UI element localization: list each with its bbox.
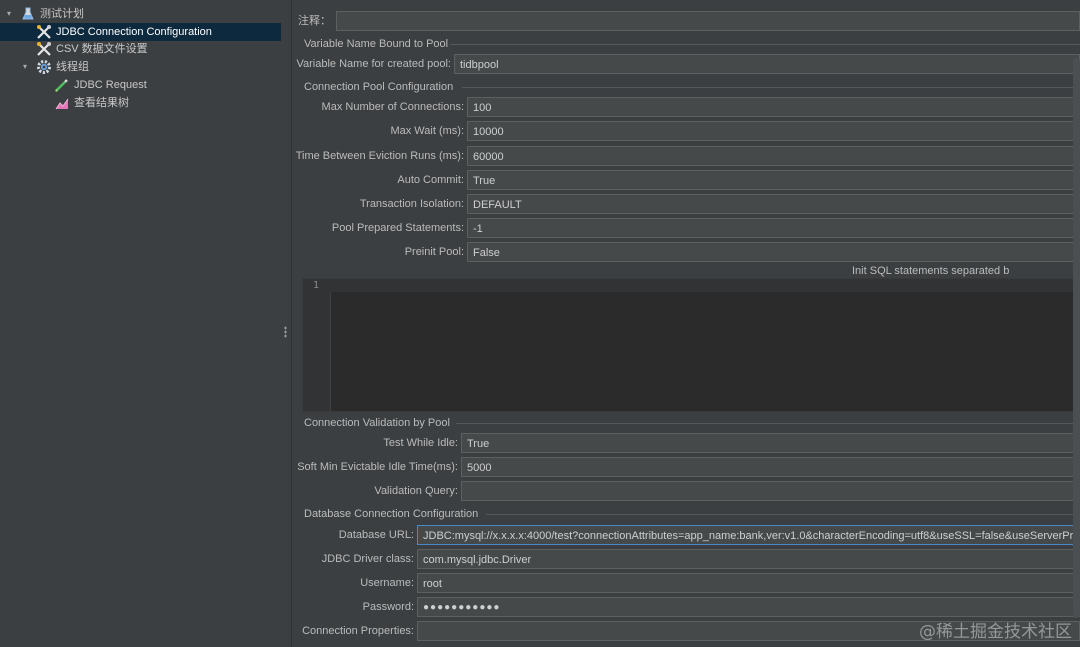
database-url-field[interactable]: JDBC:mysql://x.x.x.x:4000/test?connectio… — [417, 525, 1080, 545]
transaction-isolation-select[interactable]: DEFAULT — [467, 194, 1080, 214]
database-url-label: Database URL: — [338, 529, 414, 541]
variable-name-label: Variable Name for created pool: — [296, 58, 452, 70]
username-field[interactable]: root — [417, 573, 1080, 593]
tree-node-jdbc-connection-configuration[interactable]: JDBC Connection Configuration — [0, 23, 317, 41]
tree-node-thread-group[interactable]: ▾ 线程组 — [0, 58, 301, 76]
tree-node-test-plan[interactable]: ▾ 测试计划 — [0, 5, 285, 23]
soft-min-idle-label: Soft Min Evictable Idle Time(ms): — [297, 461, 458, 473]
jdbc-config-panel: 注释： Variable Name Bound to Pool Variable… — [292, 0, 1080, 647]
tree-node-label: JDBC Request — [74, 79, 147, 91]
preinit-pool-label: Preinit Pool: — [404, 246, 464, 258]
tree-node-label: 线程组 — [56, 61, 89, 73]
editor-gutter: 1 — [303, 279, 331, 411]
splitter-grip-icon[interactable] — [284, 326, 287, 338]
auto-commit-select[interactable]: True — [467, 170, 1080, 190]
line-number: 1 — [312, 280, 319, 291]
pool-prepared-statements-label: Pool Prepared Statements: — [331, 222, 464, 234]
pool-prepared-statements-field[interactable]: -1 — [467, 218, 1080, 238]
max-wait-field[interactable]: 10000 — [467, 121, 1080, 141]
tree-node-label: CSV 数据文件设置 — [56, 43, 148, 55]
config-tools-icon — [36, 41, 52, 57]
panel-splitter[interactable] — [281, 0, 292, 647]
tree-node-csv-data-set[interactable]: CSV 数据文件设置 — [0, 40, 317, 58]
tree-node-label: 查看结果树 — [74, 97, 129, 109]
eviction-runs-field[interactable]: 60000 — [467, 146, 1080, 166]
editor-current-line — [330, 279, 1079, 292]
pipette-icon — [54, 77, 70, 93]
section-database-connection: Database Connection Configuration — [304, 508, 479, 520]
chart-icon — [54, 95, 70, 111]
test-while-idle-label: Test While Idle: — [383, 437, 458, 449]
init-sql-editor[interactable]: 1 — [302, 278, 1080, 412]
section-divider — [462, 87, 1080, 88]
validation-query-label: Validation Query: — [374, 485, 458, 497]
soft-min-idle-field[interactable]: 5000 — [461, 457, 1080, 477]
vertical-scrollbar[interactable] — [1073, 58, 1080, 618]
watermark: @稀土掘金技术社区 — [919, 622, 1072, 642]
comment-field[interactable] — [336, 11, 1080, 31]
test-plan-tree: ▾ 测试计划 JDBC Connection Configuration CSV… — [0, 0, 317, 647]
section-divider — [486, 514, 1080, 515]
section-variable-name: Variable Name Bound to Pool — [304, 38, 449, 50]
password-label: Password: — [362, 601, 414, 613]
test-while-idle-select[interactable]: True — [461, 433, 1080, 453]
config-tools-icon — [36, 24, 52, 40]
expand-arrow-icon[interactable]: ▾ — [4, 5, 14, 23]
username-label: Username: — [360, 577, 414, 589]
connection-properties-label: Connection Properties: — [302, 625, 414, 637]
flask-icon — [20, 6, 36, 22]
max-connections-label: Max Number of Connections: — [321, 101, 464, 113]
max-wait-label: Max Wait (ms): — [390, 125, 464, 137]
section-connection-validation: Connection Validation by Pool — [304, 417, 450, 429]
section-connection-pool: Connection Pool Configuration — [304, 81, 454, 93]
password-field[interactable]: ●●●●●●●●●●● — [417, 597, 1080, 617]
tree-node-label: 测试计划 — [40, 8, 84, 20]
gear-icon — [36, 59, 52, 75]
jdbc-driver-class-label: JDBC Driver class: — [321, 553, 414, 565]
comment-label: 注释： — [298, 15, 331, 27]
max-connections-field[interactable]: 100 — [467, 97, 1080, 117]
expand-arrow-icon[interactable]: ▾ — [20, 58, 30, 76]
preinit-pool-select[interactable]: False — [467, 242, 1080, 262]
transaction-isolation-label: Transaction Isolation: — [359, 198, 464, 210]
validation-query-field[interactable] — [461, 481, 1080, 501]
jdbc-driver-class-select[interactable]: com.mysql.jdbc.Driver — [417, 549, 1080, 569]
tree-node-label: JDBC Connection Configuration — [56, 26, 212, 38]
auto-commit-label: Auto Commit: — [397, 174, 464, 186]
section-divider — [450, 44, 1080, 45]
eviction-runs-label: Time Between Eviction Runs (ms): — [295, 150, 464, 162]
variable-name-field[interactable]: tidbpool — [454, 54, 1080, 74]
section-divider — [456, 423, 1080, 424]
